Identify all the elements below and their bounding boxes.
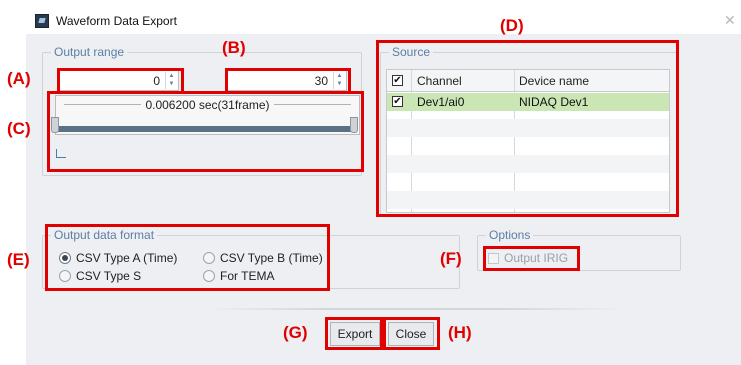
window-title: Waveform Data Export (56, 14, 177, 28)
close-window-icon[interactable]: ✕ (724, 12, 736, 29)
annotation-label-a: (A) (7, 69, 31, 88)
annotation-box-h (383, 317, 440, 350)
annotation-box-f (483, 246, 580, 271)
annotation-label-b: (B) (222, 38, 246, 57)
annotation-label-h: (H) (448, 323, 472, 342)
annotation-label-f: (F) (440, 249, 462, 268)
options-label: Options (486, 228, 534, 242)
annotation-box-g (325, 317, 383, 350)
annotation-label-e: (E) (7, 250, 30, 269)
annotation-label-c: (C) (7, 119, 31, 138)
annotation-box-c (47, 91, 364, 172)
annotation-label-g: (G) (283, 323, 308, 342)
annotation-label-d: (D) (500, 16, 524, 35)
output-range-label: Output range (51, 45, 128, 59)
annotation-box-d (376, 40, 679, 217)
annotation-box-e (45, 224, 330, 291)
app-icon (35, 14, 49, 28)
footer-separator (205, 308, 625, 310)
export-dialog: Waveform Data Export ✕ Output range 0 ▲ … (0, 0, 741, 365)
title-bar: Waveform Data Export ✕ (0, 0, 741, 34)
